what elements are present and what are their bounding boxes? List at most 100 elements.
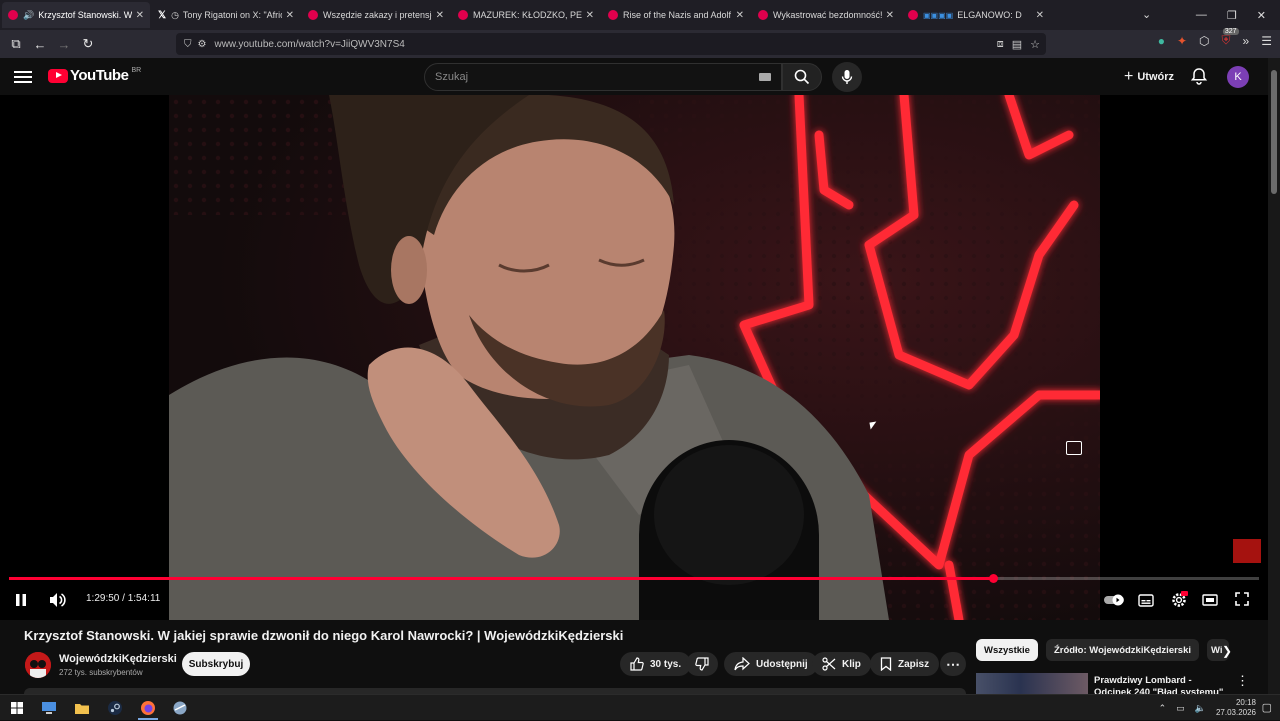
subscriber-count: 272 tys. subskrybentów — [59, 668, 143, 677]
menu-icon[interactable]: ☰ — [1261, 34, 1272, 48]
tab-title: Wykastrować bezdomność! Ust — [773, 10, 882, 20]
keyboard-icon[interactable] — [759, 73, 771, 81]
plus-icon: + — [1124, 68, 1134, 85]
youtube-play-icon — [48, 68, 68, 83]
search-input[interactable]: Szukaj — [424, 63, 782, 91]
video-frame[interactable] — [169, 95, 1100, 620]
firefox-icon[interactable] — [140, 700, 156, 716]
steam-icon[interactable] — [107, 700, 123, 716]
browser-tab[interactable]: ▣▣▣▣ ELGANOWO: D ✕ — [902, 2, 1050, 28]
url-bar[interactable]: ⛉ ⚙ www.youtube.com/watch?v=JiiQWV3N7S4 … — [176, 33, 1046, 55]
tab-list-chevron-icon[interactable]: ⌄ — [1142, 8, 1151, 21]
notifications-bell-icon[interactable] — [1190, 67, 1208, 85]
clock[interactable]: 20:18 27.03.2026 — [1216, 698, 1256, 718]
share-label: Udostępnij — [756, 658, 808, 670]
vpn-extension-icon[interactable]: ● — [1158, 34, 1165, 48]
autoplay-toggle[interactable] — [1103, 593, 1125, 607]
channel-name[interactable]: WojewódzkiKędzierski — [59, 653, 177, 665]
browser-tab[interactable]: Rise of the Nazis and Adolf Hitl ✕ — [602, 2, 750, 28]
windows-start-icon[interactable] — [9, 700, 25, 716]
scrollbar-thumb[interactable] — [1271, 70, 1277, 194]
dislike-button[interactable] — [686, 652, 718, 676]
browser-tab[interactable]: Wszędzie zakazy i pretensje! Lu ✕ — [302, 2, 450, 28]
youtube-logo[interactable]: YouTube BR — [48, 67, 141, 84]
bookmark-star-icon[interactable]: ☆ — [1030, 38, 1040, 51]
close-window-icon[interactable]: ✕ — [1257, 9, 1266, 22]
recommendation-thumbnail[interactable] — [976, 673, 1088, 694]
ublock-icon[interactable]: ⛨ 327 — [1222, 28, 1239, 48]
country-code: BR — [131, 67, 142, 74]
like-count: 30 tys. — [650, 658, 682, 670]
voice-search-button[interactable] — [832, 62, 862, 92]
volume-icon[interactable] — [47, 591, 67, 609]
page-scrollbar[interactable] — [1268, 58, 1280, 694]
browser-tab[interactable]: 🔊 Krzysztof Stanowski. W jakiej sprawie … — [2, 2, 150, 28]
hamburger-menu-icon[interactable] — [14, 68, 32, 84]
settings-gear-icon[interactable] — [1170, 591, 1188, 609]
restore-icon[interactable]: ❐ — [1227, 9, 1237, 22]
permissions-icon[interactable]: ⚙ — [198, 39, 207, 50]
close-icon[interactable]: ✕ — [886, 10, 894, 21]
recommendation-title[interactable]: Prawdziwy Lombard - Odcinek 240 "Błąd sy… — [1094, 675, 1224, 694]
sidebar-toggle-icon[interactable]: ⧉ — [4, 32, 28, 56]
chip-all[interactable]: Wszystkie — [976, 639, 1038, 661]
close-icon[interactable]: ✕ — [1036, 10, 1044, 21]
browser-tab[interactable]: 𝕏 ◷ Tony Rigatoni on X: "African ✕ — [152, 2, 300, 28]
minimize-icon[interactable]: — — [1196, 9, 1207, 21]
filter-chips: Wszystkie Źródło: WojewódzkiKędzierski W… — [976, 639, 1230, 661]
clip-button[interactable]: Klip — [812, 652, 871, 676]
speaker-icon[interactable]: 🔊 — [23, 10, 34, 21]
like-button[interactable]: 30 tys. — [620, 652, 692, 676]
system-tray: ⌃ ▭ 🔈 20:18 27.03.2026 ▢ — [1159, 695, 1280, 721]
search-button[interactable] — [782, 63, 822, 91]
fullscreen-icon[interactable] — [1234, 591, 1250, 607]
close-icon[interactable]: ✕ — [286, 10, 294, 21]
miniplayer-icon[interactable] — [1066, 441, 1082, 455]
progress-scrubber[interactable] — [988, 574, 998, 583]
tab-title: Rise of the Nazis and Adolf Hitl — [623, 10, 732, 20]
video-player[interactable]: 1:29:50 / 1:54:11 — [0, 95, 1268, 620]
channel-watermark[interactable] — [1233, 539, 1261, 563]
create-button[interactable]: + Utwórz — [1116, 64, 1182, 90]
close-icon[interactable]: ✕ — [436, 10, 444, 21]
app-icon[interactable] — [172, 700, 188, 716]
shield-icon[interactable]: ⛉ — [184, 39, 192, 50]
logo-text: YouTube — [70, 67, 129, 84]
browser-tab-bar: 🔊 Krzysztof Stanowski. W jakiej sprawie … — [0, 0, 1280, 30]
back-icon[interactable]: ← — [28, 32, 52, 56]
extensions-puzzle-icon[interactable]: ⬡ — [1199, 34, 1209, 48]
speaker-icon[interactable]: 🔈 — [1195, 703, 1206, 714]
close-icon[interactable]: ✕ — [136, 10, 144, 21]
save-button[interactable]: Zapisz — [870, 652, 940, 676]
more-actions-icon[interactable]: ⋯ — [940, 652, 966, 676]
tray-chevron-icon[interactable]: ⌃ — [1159, 703, 1167, 714]
overflow-chevrons-icon[interactable]: » — [1243, 34, 1250, 48]
duration: 1:54:11 — [127, 593, 161, 604]
chevron-right-icon[interactable]: ❯ — [1222, 644, 1232, 658]
pause-icon[interactable] — [14, 592, 28, 608]
progress-bar[interactable] — [9, 574, 1259, 583]
close-icon[interactable]: ✕ — [586, 10, 594, 21]
notifications-icon[interactable]: ▢ — [1262, 701, 1272, 714]
theater-mode-icon[interactable] — [1202, 592, 1218, 608]
forward-icon[interactable]: → — [52, 32, 76, 56]
share-button[interactable]: Udostępnij — [724, 652, 818, 676]
reload-icon[interactable]: ↻ — [76, 32, 100, 56]
picture-in-picture-icon[interactable]: ⧈ — [997, 38, 1004, 51]
subtitles-icon[interactable] — [1138, 592, 1154, 608]
time-separator: / — [122, 593, 125, 604]
reader-view-icon[interactable]: ▤ — [1012, 38, 1022, 51]
close-icon[interactable]: ✕ — [736, 10, 744, 21]
kebab-menu-icon[interactable]: ⋮ — [1236, 673, 1249, 689]
taskbar: ⌃ ▭ 🔈 20:18 27.03.2026 ▢ — [0, 694, 1280, 720]
network-icon[interactable]: ▭ — [1176, 703, 1185, 714]
folder-icon[interactable] — [74, 700, 90, 716]
account-avatar[interactable]: K — [1227, 66, 1249, 88]
extension-icon[interactable]: ✦ — [1177, 34, 1187, 48]
browser-tab[interactable]: MAZUREK: KŁODZKO, PEDOFILI ✕ — [452, 2, 600, 28]
browser-tab[interactable]: Wykastrować bezdomność! Ust ✕ — [752, 2, 900, 28]
chip-source-channel[interactable]: Źródło: WojewódzkiKędzierski — [1045, 639, 1200, 661]
computer-icon[interactable] — [41, 700, 57, 716]
subscribe-button[interactable]: Subskrybuj — [182, 652, 250, 676]
channel-avatar[interactable] — [25, 652, 51, 678]
